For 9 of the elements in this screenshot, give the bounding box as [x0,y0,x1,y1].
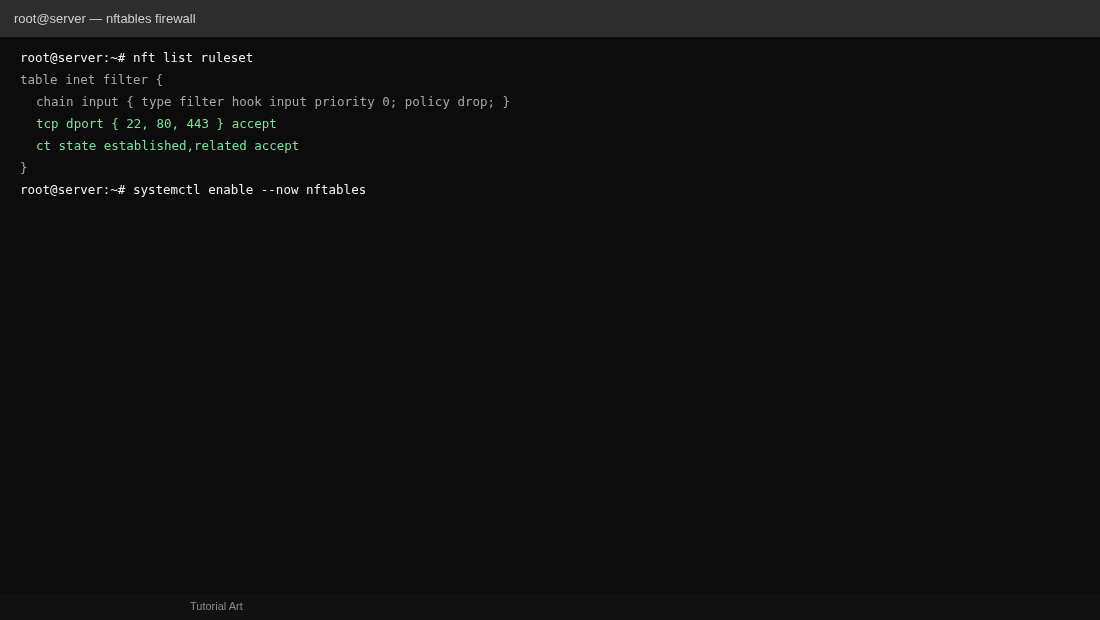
output-line: table inet filter { [20,71,163,89]
command-line: root@server:~# nft list ruleset [20,49,254,67]
rule-line: tcp dport { 22, 80, 443 } accept [36,115,277,133]
command-line: root@server:~# systemctl enable --now nftables [20,181,367,199]
output-line: chain input { type filter hook input priority 0; policy drop; } [36,93,511,111]
window-title: root@server — nftables firewall [14,9,196,28]
status-text: Tutorial Art [190,599,243,615]
output-line: } [20,159,28,177]
rule-line: ct state established,related accept [36,137,300,155]
